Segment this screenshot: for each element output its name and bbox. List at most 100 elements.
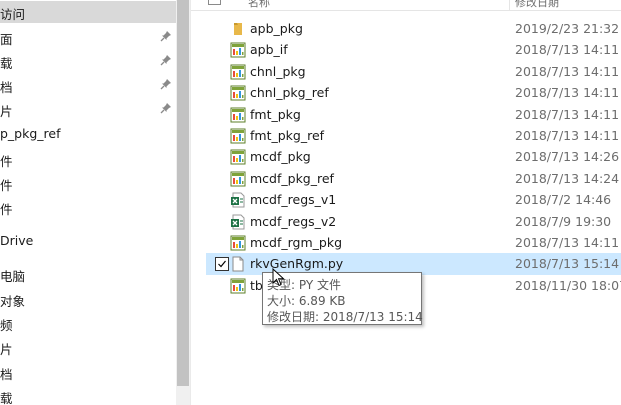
nav-item-label: 频 xyxy=(0,318,13,333)
file-modified-date: 2018/7/13 14:11 xyxy=(515,106,620,122)
name-column-header[interactable]: 名称 xyxy=(248,0,270,10)
file-row[interactable]: apb_if 2018/7/13 14:11 xyxy=(206,39,621,61)
file-modified-date: 2018/7/13 14:11 xyxy=(515,235,620,250)
script-file-icon xyxy=(230,42,246,58)
nav-item-label: 对象 xyxy=(0,294,26,309)
script-file-icon xyxy=(230,171,246,187)
file-row[interactable]: apb_pkg 2019/2/23 21:32 xyxy=(206,18,621,40)
file-row[interactable]: mcdf_regs_v1 2018/7/2 14:46 xyxy=(206,189,621,211)
file-row[interactable]: mcdf_regs_v2 2018/7/9 19:30 xyxy=(206,211,621,233)
file-name: chnl_pkg_ref xyxy=(250,85,329,101)
nav-item-label: 访问 xyxy=(0,7,26,22)
navigation-pane: 访问面载档片 p_pkg_ref 件件件 Drive 电脑 对象频片档载 xyxy=(0,0,176,405)
nav-item[interactable]: 频 xyxy=(0,312,176,334)
file-name: apb_if xyxy=(250,42,288,58)
select-all-checkbox[interactable] xyxy=(208,0,221,5)
file-modified-date: 2018/11/30 18:07 xyxy=(515,277,621,293)
file-name: mcdf_pkg xyxy=(250,149,311,165)
column-header: 名称 修改日期 xyxy=(191,0,621,11)
nav-item-label: 件 xyxy=(0,178,13,193)
date-column-header[interactable]: 修改日期 xyxy=(515,0,559,10)
file-name: mcdf_pkg_ref xyxy=(250,170,334,186)
file-row[interactable]: mcdf_pkg_ref 2018/7/13 14:24 xyxy=(206,168,621,190)
script-file-icon xyxy=(230,85,246,101)
script-file-icon xyxy=(230,278,246,294)
file-name: rkvGenRgm.py xyxy=(250,256,344,272)
nav-item[interactable]: 电脑 xyxy=(0,263,176,285)
file-modified-date: 2018/7/9 19:30 xyxy=(515,213,612,229)
excel-file-icon xyxy=(231,192,245,208)
nav-item[interactable]: 对象 xyxy=(0,288,176,310)
script-file-icon xyxy=(230,128,246,144)
file-name: mcdf_regs_v1 xyxy=(250,192,337,208)
nav-item-label: 档 xyxy=(0,80,13,95)
script-file-icon xyxy=(230,235,246,251)
nav-item[interactable]: 件 xyxy=(0,148,176,170)
pin-icon[interactable] xyxy=(160,30,172,42)
file-row[interactable]: mcdf_rgm_pkg 2018/7/13 14:11 xyxy=(206,232,621,254)
nav-item[interactable]: 件 xyxy=(0,196,176,218)
nav-item-label: 片 xyxy=(0,342,13,357)
script-file-icon xyxy=(230,149,246,165)
file-name: mcdf_regs_v2 xyxy=(250,213,337,229)
nav-item-label: Drive xyxy=(0,233,34,248)
file-modified-date: 2019/2/23 21:32 xyxy=(515,21,620,36)
excel-file-icon xyxy=(231,214,245,230)
nav-item-label: 档 xyxy=(0,367,13,382)
file-modified-date: 2018/7/13 14:11 xyxy=(515,42,620,58)
nav-item[interactable]: 面 xyxy=(0,26,176,48)
file-row[interactable]: chnl_pkg_ref 2018/7/13 14:11 xyxy=(206,82,621,104)
pin-icon[interactable] xyxy=(160,102,172,114)
blank-file-icon xyxy=(232,256,244,272)
file-modified-date: 2018/7/13 15:14 xyxy=(515,256,620,272)
nav-item[interactable]: p_pkg_ref xyxy=(0,123,176,145)
tooltip-size: 大小: 6.89 KB xyxy=(267,294,346,308)
file-row[interactable]: fmt_pkg 2018/7/13 14:11 xyxy=(206,104,621,126)
nav-item-label: 件 xyxy=(0,202,13,217)
file-name: fmt_pkg_ref xyxy=(250,128,325,143)
file-modified-date: 2018/7/13 14:11 xyxy=(515,63,620,79)
file-row[interactable]: chnl_pkg 2018/7/13 14:11 xyxy=(206,61,621,83)
file-name: apb_pkg xyxy=(250,21,303,36)
file-row[interactable]: fmt_pkg_ref 2018/7/13 14:11 xyxy=(206,125,621,147)
file-row[interactable]: mcdf_pkg 2018/7/13 14:26 xyxy=(206,146,621,168)
nav-item[interactable]: 访问 xyxy=(0,1,176,23)
checkmark-icon xyxy=(218,261,226,268)
file-name: chnl_pkg xyxy=(250,63,306,79)
nav-item[interactable]: 档 xyxy=(0,74,176,96)
file-modified-date: 2018/7/2 14:46 xyxy=(515,192,612,208)
nav-item-label: p_pkg_ref xyxy=(0,126,61,141)
file-modified-date: 2018/7/13 14:11 xyxy=(515,128,620,143)
nav-item-label: 电脑 xyxy=(0,269,26,284)
nav-item[interactable]: 片 xyxy=(0,98,176,120)
pin-icon[interactable] xyxy=(160,54,172,66)
nav-item-label: 件 xyxy=(0,154,13,169)
file-modified-date: 2018/7/13 14:26 xyxy=(515,149,620,165)
file-info-tooltip: 类型: PY 文件 大小: 6.89 KB 修改日期: 2018/7/13 15… xyxy=(262,272,423,325)
file-list: 名称 修改日期 apb_pkg 2019/2/23 21:32 apb_if 2018… xyxy=(191,0,621,405)
file-modified-date: 2018/7/13 14:11 xyxy=(515,85,620,101)
file-name: fmt_pkg xyxy=(250,106,301,122)
nav-item[interactable]: 载 xyxy=(0,50,176,72)
nav-scrollbar[interactable] xyxy=(176,0,190,405)
nav-scrollbar-thumb[interactable] xyxy=(177,0,189,386)
script-file-icon xyxy=(230,64,246,80)
nav-item-label: 片 xyxy=(0,104,13,119)
script-file-icon xyxy=(230,107,246,123)
pin-icon[interactable] xyxy=(160,78,172,90)
tooltip-modified-date: 修改日期: 2018/7/13 15:14 xyxy=(267,310,423,324)
nav-item[interactable]: 件 xyxy=(0,172,176,194)
nav-item-label: 载 xyxy=(0,391,13,405)
nav-item[interactable]: 载 xyxy=(0,385,176,405)
nav-item[interactable]: 档 xyxy=(0,361,176,383)
nav-item[interactable]: Drive xyxy=(0,230,176,252)
nav-item[interactable]: 片 xyxy=(0,336,176,358)
folder-icon xyxy=(234,23,242,35)
file-modified-date: 2018/7/13 14:24 xyxy=(515,170,620,186)
column-separator[interactable] xyxy=(509,0,510,10)
nav-item-label: 面 xyxy=(0,32,13,47)
file-name: tb xyxy=(250,277,263,293)
mouse-cursor-icon xyxy=(272,268,285,287)
row-checkbox[interactable] xyxy=(215,257,229,272)
nav-item-label: 载 xyxy=(0,56,13,71)
